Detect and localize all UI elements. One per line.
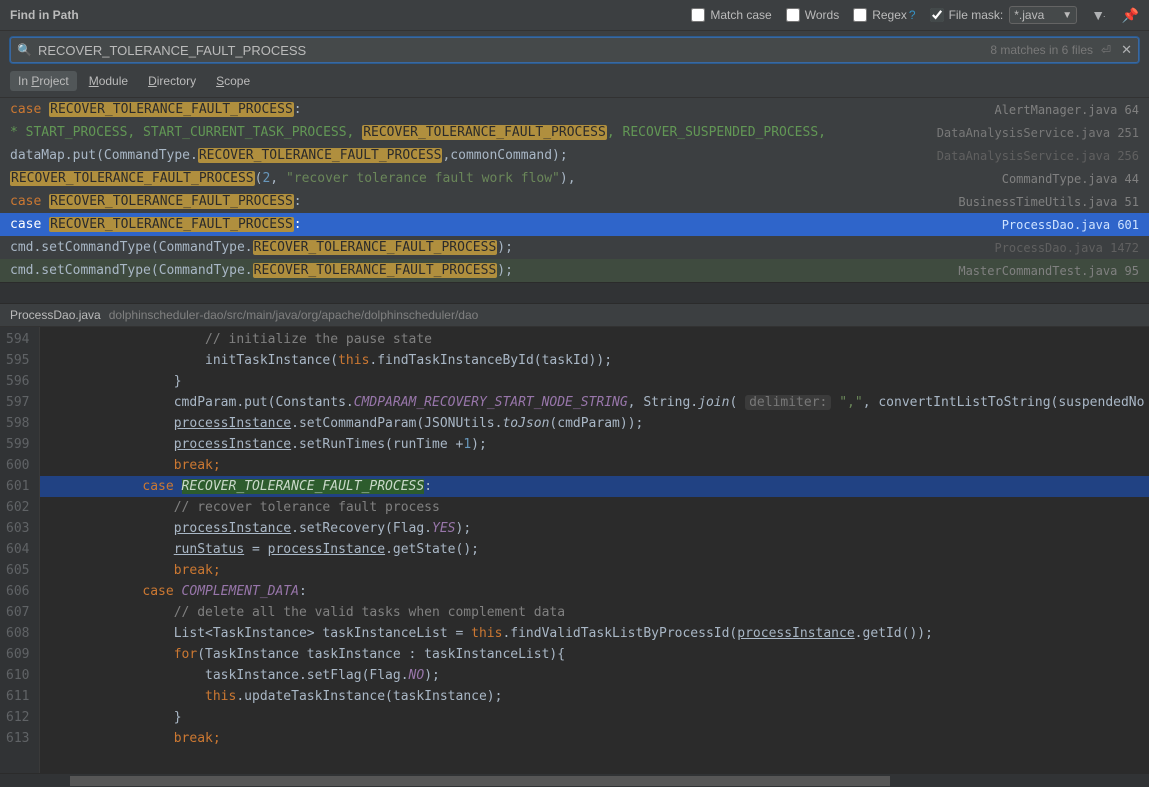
preview-file: ProcessDao.java bbox=[10, 308, 101, 322]
match-count: 8 matches in 6 files bbox=[990, 43, 1093, 57]
regex-help-icon[interactable]: ? bbox=[909, 8, 916, 22]
horizontal-scrollbar[interactable] bbox=[0, 773, 1149, 787]
scrollbar-thumb[interactable] bbox=[70, 776, 890, 786]
words-checkbox[interactable] bbox=[786, 8, 800, 22]
regex-option[interactable]: Regex ? bbox=[853, 8, 915, 22]
newline-icon[interactable]: ⏎ bbox=[1101, 43, 1111, 57]
result-row[interactable]: cmd.setCommandType(CommandType.RECOVER_T… bbox=[0, 236, 1149, 259]
result-row[interactable]: dataMap.put(CommandType.RECOVER_TOLERANC… bbox=[0, 144, 1149, 167]
clear-icon[interactable]: ✕ bbox=[1121, 42, 1132, 58]
code-lines[interactable]: // initialize the pause state initTaskIn… bbox=[40, 327, 1149, 773]
result-row[interactable]: cmd.setCommandType(CommandType.RECOVER_T… bbox=[0, 259, 1149, 282]
result-row[interactable]: case RECOVER_TOLERANCE_FAULT_PROCESS: Pr… bbox=[0, 213, 1149, 236]
dialog-title: Find in Path bbox=[10, 8, 79, 22]
scope-scope[interactable]: Scope bbox=[208, 71, 258, 91]
file-mask-value: *.java bbox=[1014, 8, 1044, 22]
file-mask-checkbox[interactable] bbox=[930, 8, 944, 22]
scope-module[interactable]: Module bbox=[81, 71, 136, 91]
scope-in-project[interactable]: In Project bbox=[10, 71, 77, 91]
titlebar: Find in Path Match case Words Regex ? Fi… bbox=[0, 0, 1149, 31]
regex-label: Regex bbox=[872, 8, 907, 22]
match-case-option[interactable]: Match case bbox=[691, 8, 771, 22]
file-mask-label: File mask: bbox=[949, 8, 1004, 22]
result-row[interactable]: RECOVER_TOLERANCE_FAULT_PROCESS(2, "reco… bbox=[0, 167, 1149, 190]
gutter: 5945955965975985996006016026036046056066… bbox=[0, 327, 40, 773]
pin-icon[interactable]: 📌 bbox=[1122, 7, 1139, 24]
words-option[interactable]: Words bbox=[786, 8, 839, 22]
regex-checkbox[interactable] bbox=[853, 8, 867, 22]
result-row[interactable]: case RECOVER_TOLERANCE_FAULT_PROCESS: Al… bbox=[0, 98, 1149, 121]
result-row[interactable]: case RECOVER_TOLERANCE_FAULT_PROCESS: Bu… bbox=[0, 190, 1149, 213]
search-input[interactable] bbox=[38, 43, 990, 58]
chevron-down-icon: ▼ bbox=[1062, 10, 1072, 21]
preview-path: ProcessDao.java dolphinscheduler-dao/src… bbox=[0, 304, 1149, 327]
scope-directory[interactable]: Directory bbox=[140, 71, 204, 91]
code-preview[interactable]: 5945955965975985996006016026036046056066… bbox=[0, 327, 1149, 773]
result-row[interactable]: * START_PROCESS, START_CURRENT_TASK_PROC… bbox=[0, 121, 1149, 144]
match-case-checkbox[interactable] bbox=[691, 8, 705, 22]
words-label: Words bbox=[805, 8, 839, 22]
filter-icon[interactable]: ▼. bbox=[1091, 7, 1107, 23]
file-mask-dropdown[interactable]: *.java ▼ bbox=[1009, 6, 1077, 24]
results-list: case RECOVER_TOLERANCE_FAULT_PROCESS: Al… bbox=[0, 98, 1149, 282]
scope-tabs: In Project Module Directory Scope bbox=[0, 67, 1149, 98]
preview-dirpath: dolphinscheduler-dao/src/main/java/org/a… bbox=[109, 308, 479, 322]
match-case-label: Match case bbox=[710, 8, 771, 22]
file-mask-option[interactable]: File mask: bbox=[930, 8, 1004, 22]
search-row: 🔍 8 matches in 6 files ⏎ ✕ bbox=[10, 37, 1139, 63]
search-icon: 🔍 bbox=[17, 43, 32, 57]
separator bbox=[0, 282, 1149, 304]
